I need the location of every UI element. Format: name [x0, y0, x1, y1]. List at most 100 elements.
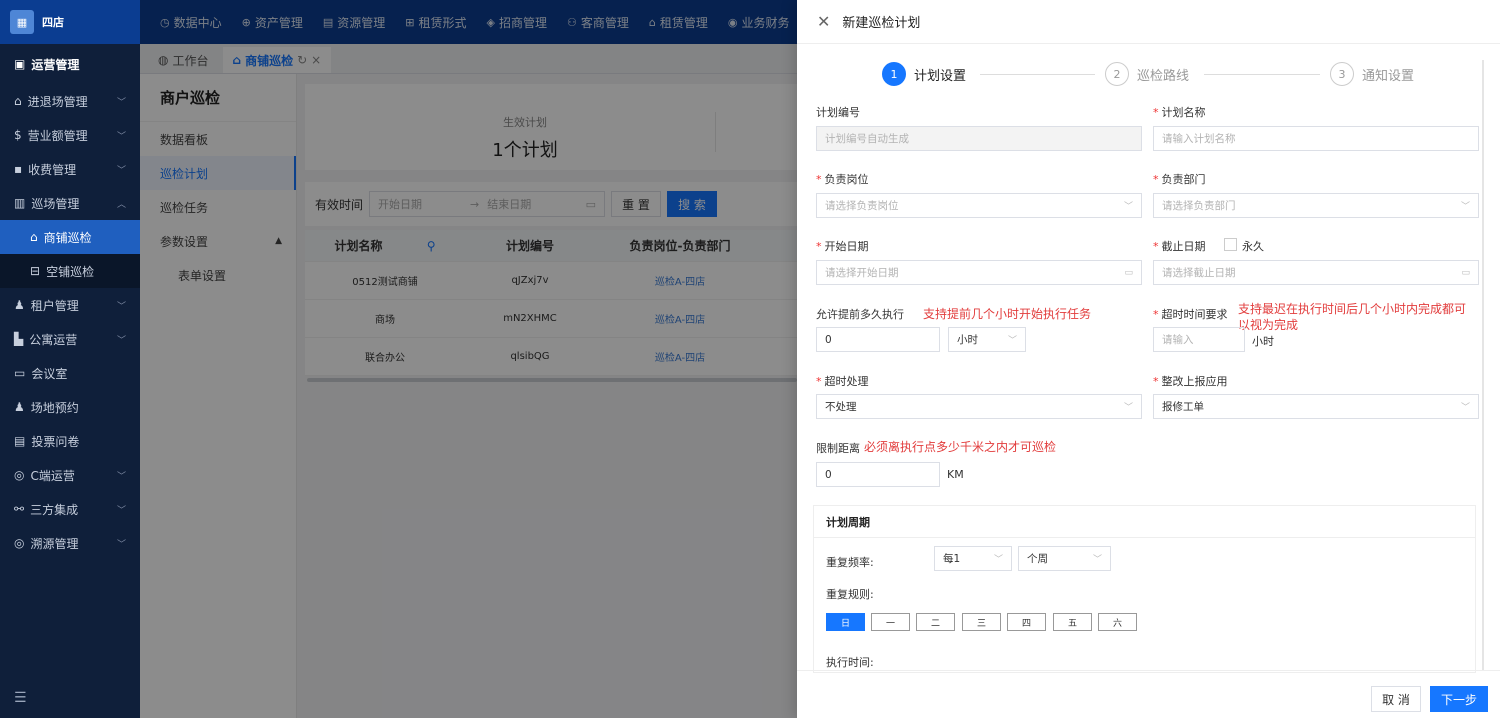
sidebar-item-vacant-inspection[interactable]: ⊟ 空铺巡检 [0, 254, 140, 288]
cancel-button[interactable]: 取 消 [1371, 686, 1421, 712]
required-mark: * [1153, 375, 1159, 388]
ops-icon: ▣ [14, 57, 26, 71]
user-icon: ♟ [14, 400, 25, 414]
chevron-down-icon: ﹀ [1092, 555, 1102, 565]
timeout-handle-select[interactable]: 不处理 ﹀ [816, 394, 1142, 419]
plan-no-input: 计划编号自动生成 [816, 126, 1142, 151]
sidebar-item-charge[interactable]: ▪ 收费管理 ﹀ [0, 152, 140, 186]
step-label: 计划设置 [914, 68, 967, 84]
repeat-freq-label: 重复频率: [826, 556, 874, 569]
sidebar-item-venue-booking[interactable]: ♟ 场地预约 [0, 390, 140, 424]
next-button[interactable]: 下一步 [1430, 686, 1488, 712]
modal-overlay[interactable] [140, 0, 800, 718]
close-icon[interactable]: ✕ [817, 12, 830, 31]
timeout-handle-label: * 超时处理 [816, 373, 869, 389]
timeout-req-input[interactable]: 请输入 [1153, 327, 1245, 352]
sidebar-header[interactable]: ▣ 运营管理 [0, 44, 140, 84]
sidebar-item-apartment[interactable]: ▙ 公寓运营 ﹀ [0, 322, 140, 356]
period-title: 计划周期 [814, 506, 1475, 538]
sidebar-item-shop-inspection[interactable]: ⌂ 商铺巡检 [0, 220, 140, 254]
forever-label: 永久 [1242, 240, 1264, 253]
required-mark: * [1153, 308, 1159, 321]
chevron-down-icon: ﹀ [1460, 202, 1470, 212]
drawer-title: 新建巡检计划 [842, 16, 921, 31]
dept-select[interactable]: 请选择负责部门 ﹀ [1153, 193, 1479, 218]
plan-name-label: * 计划名称 [1153, 104, 1206, 120]
step-route[interactable]: 2 巡检路线 [1105, 62, 1189, 86]
chevron-down-icon: ﹀ [1007, 336, 1017, 346]
select-value: 报修工单 [1162, 401, 1204, 413]
plan-no-label: 计划编号 [816, 106, 860, 119]
select-placeholder: 请选择负责岗位 [825, 200, 899, 212]
sidebar-item-label: 场地预约 [30, 400, 79, 415]
sidebar-item-tenant[interactable]: ♟ 租户管理 ﹀ [0, 288, 140, 322]
sidebar-item-inspection[interactable]: ▥ 巡场管理 ︿ [0, 186, 140, 220]
sidebar-item-meeting-room[interactable]: ▭ 会议室 [0, 356, 140, 390]
post-select[interactable]: 请选择负责岗位 ﹀ [816, 193, 1142, 218]
step-label: 通知设置 [1362, 68, 1415, 84]
exec-time-label: 执行时间: [826, 656, 874, 669]
day-saturday-button[interactable]: 六 [1098, 613, 1137, 631]
distance-input[interactable]: 0 [816, 462, 940, 487]
chevron-down-icon: ﹀ [116, 97, 126, 108]
advance-unit-select[interactable]: 小时 ﹀ [948, 327, 1026, 352]
sidebar-item-vote[interactable]: ▤ 投票问卷 [0, 424, 140, 458]
book-icon: ▥ [14, 196, 26, 210]
sidebar-item-c-ops[interactable]: ◎ C端运营 ﹀ [0, 458, 140, 492]
freq-unit-select[interactable]: 个周 ﹀ [1018, 546, 1111, 571]
chevron-down-icon: ﹀ [116, 301, 126, 312]
step-connector [980, 74, 1095, 75]
step-notify[interactable]: 3 通知设置 [1330, 62, 1414, 86]
menu-collapse-icon[interactable]: ☰ [14, 690, 27, 706]
distance-label: 限制距离 [816, 442, 860, 455]
day-thursday-button[interactable]: 四 [1007, 613, 1046, 631]
sidebar-item-entry-exit[interactable]: ⌂ 进退场管理 ﹀ [0, 84, 140, 118]
logo[interactable]: ▦ 四店 [0, 0, 140, 44]
end-date-picker[interactable]: 请选择截止日期 ▭ [1153, 260, 1479, 285]
chevron-down-icon: ﹀ [116, 335, 126, 346]
day-friday-button[interactable]: 五 [1053, 613, 1092, 631]
sidebar-item-label: 收费管理 [28, 162, 77, 177]
sidebar-item-label: 公寓运营 [29, 332, 78, 347]
sidebar: ▣ 运营管理 ⌂ 进退场管理 ﹀ $ 营业额管理 ﹀ ▪ 收费管理 ﹀ ▥ 巡场管理 ︿ ⌂ 商铺巡… [0, 44, 140, 718]
chevron-down-icon: ﹀ [116, 505, 126, 516]
day-wednesday-button[interactable]: 三 [962, 613, 1001, 631]
step-connector [1204, 74, 1320, 75]
start-date-picker[interactable]: 请选择开始日期 ▭ [816, 260, 1142, 285]
chevron-down-icon: ﹀ [116, 539, 126, 550]
vertical-scrollbar[interactable] [1482, 60, 1484, 670]
sidebar-item-label: 会议室 [31, 366, 68, 381]
select-value: 个周 [1027, 553, 1048, 565]
home-icon: ⌂ [14, 94, 22, 108]
freq-count-select[interactable]: 每1 ﹀ [934, 546, 1012, 571]
step-plan-settings[interactable]: 1 计划设置 [882, 62, 966, 86]
chevron-down-icon: ﹀ [1123, 202, 1133, 212]
plan-name-input[interactable]: 请输入计划名称 [1153, 126, 1479, 151]
repeat-rule-label: 重复规则: [826, 588, 874, 601]
label-text: 开始日期 [824, 240, 869, 253]
building-icon: ▦ [10, 10, 34, 34]
store-icon: ⊟ [30, 264, 41, 278]
label-text: 负责岗位 [824, 173, 869, 186]
day-sunday-button[interactable]: 日 [826, 613, 865, 631]
sidebar-item-trace[interactable]: ◎ 溯源管理 ﹀ [0, 526, 140, 560]
start-date-label: * 开始日期 [816, 238, 869, 254]
forever-checkbox[interactable] [1224, 238, 1237, 251]
label-text: 超时处理 [824, 375, 869, 388]
end-date-label: * 截止日期 [1153, 238, 1206, 254]
rectify-select[interactable]: 报修工单 ﹀ [1153, 394, 1479, 419]
sidebar-header-label: 运营管理 [31, 57, 80, 72]
day-tuesday-button[interactable]: 二 [916, 613, 955, 631]
required-mark: * [1153, 240, 1159, 253]
store-name: 四店 [42, 16, 64, 29]
day-monday-button[interactable]: 一 [871, 613, 910, 631]
advance-input[interactable]: 0 [816, 327, 940, 352]
user-icon: ♟ [14, 298, 25, 312]
sidebar-item-turnover[interactable]: $ 营业额管理 ﹀ [0, 118, 140, 152]
select-placeholder: 请选择负责部门 [1162, 200, 1236, 212]
step-number: 3 [1330, 62, 1354, 86]
sidebar-item-label: 进退场管理 [27, 94, 88, 109]
calendar-icon: ▭ [1461, 267, 1470, 278]
sidebar-item-integration[interactable]: ⚯ 三方集成 ﹀ [0, 492, 140, 526]
required-mark: * [1153, 106, 1159, 119]
